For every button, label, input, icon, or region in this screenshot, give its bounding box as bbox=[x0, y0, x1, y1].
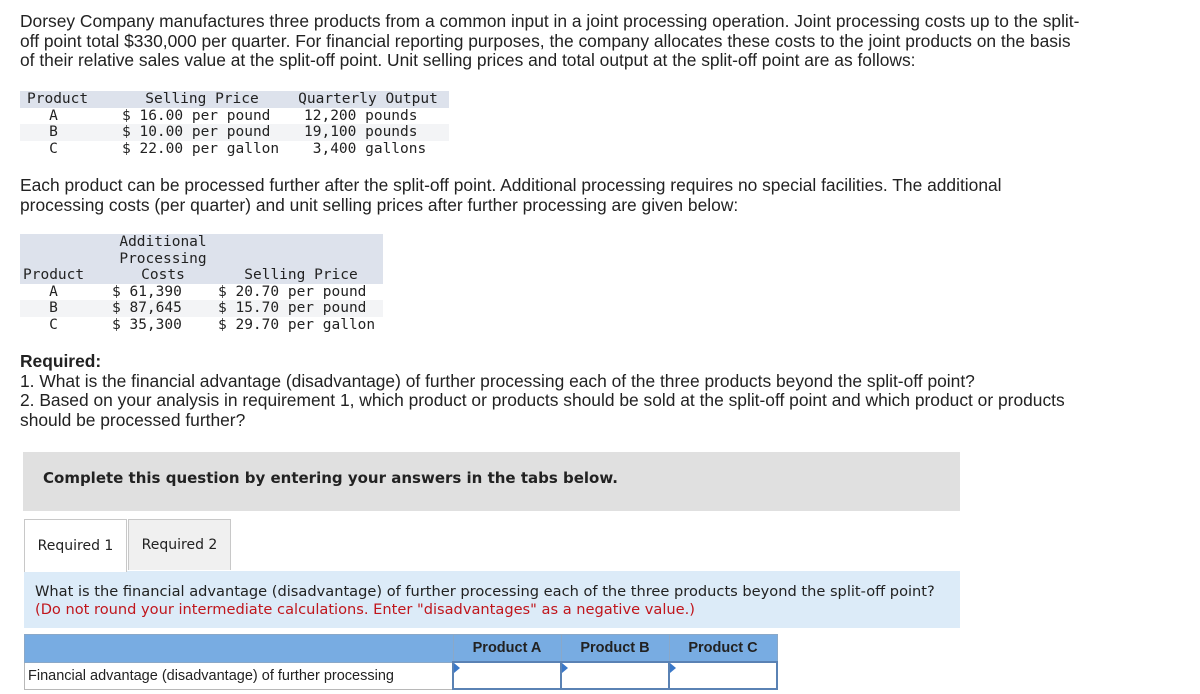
table-row: B $ 87,645 $ 15.70 per pound bbox=[20, 300, 383, 317]
tab-required-2[interactable]: Required 2 bbox=[128, 519, 231, 570]
required-item-2: 2. Based on your analysis in requirement… bbox=[20, 390, 1065, 430]
product-cell: C bbox=[49, 140, 58, 157]
header-additional-costs: Additional Processing Costs bbox=[111, 234, 215, 284]
product-cell: C bbox=[49, 316, 58, 333]
further-processing-paragraph: Each product can be processed further af… bbox=[20, 175, 1002, 215]
price-cell: $ 22.00 per gallon bbox=[122, 140, 280, 157]
header-product: Product bbox=[27, 91, 89, 107]
price-cell: $ 10.00 per pound bbox=[122, 124, 271, 140]
table-row: C $ 22.00 per gallon 3,400 gallons bbox=[20, 141, 449, 158]
answer-header-row: Product A Product B Product C bbox=[24, 634, 778, 663]
further-processing-table: Product Additional Processing Costs Sellin… bbox=[20, 234, 383, 333]
table-row: A $ 61,390 $ 20.70 per pound bbox=[20, 284, 383, 301]
header-product-b: Product B bbox=[560, 634, 670, 663]
price-cell: $ 16.00 per pound bbox=[122, 107, 271, 124]
input-flag-icon bbox=[562, 663, 568, 673]
cost-cell: $ 35,300 bbox=[112, 316, 182, 333]
product-b-input[interactable] bbox=[562, 663, 668, 688]
output-cell: 3,400 gallons bbox=[304, 140, 427, 157]
header-quarterly-output: Quarterly Output bbox=[298, 91, 438, 107]
output-cell: 12,200 pounds bbox=[304, 107, 418, 124]
product-cell: A bbox=[49, 283, 58, 300]
answer-header-blank bbox=[24, 634, 454, 663]
product-c-cell bbox=[668, 661, 778, 690]
product-a-cell bbox=[452, 661, 562, 690]
price-cell: $ 15.70 per pound bbox=[218, 300, 367, 316]
product-a-input[interactable] bbox=[454, 663, 560, 688]
header-product: Product bbox=[23, 267, 85, 283]
table-row: C $ 35,300 $ 29.70 per gallon bbox=[20, 317, 383, 334]
question-text-block: What is the financial advantage (disadva… bbox=[35, 583, 935, 619]
table-header-row: Product Additional Processing Costs Sellin… bbox=[20, 234, 383, 284]
question-box: What is the financial advantage (disadva… bbox=[24, 571, 960, 628]
instruction-text: Complete this question by entering your … bbox=[43, 469, 618, 487]
header-costs-line3: Costs bbox=[141, 267, 185, 283]
header-costs-line2: Processing bbox=[119, 250, 207, 267]
header-selling-price: Selling Price bbox=[145, 91, 259, 107]
header-product-c: Product C bbox=[668, 634, 778, 663]
cost-cell: $ 87,645 bbox=[112, 300, 182, 316]
question-text: What is the financial advantage (disadva… bbox=[35, 583, 935, 600]
answer-row: Financial advantage (disadvantage) of fu… bbox=[24, 661, 778, 690]
required-heading: Required: bbox=[20, 351, 102, 371]
table-header-row: Product Selling Price Quarterly Output bbox=[20, 91, 449, 108]
answer-table: Product A Product B Product C Financial … bbox=[24, 634, 778, 690]
product-cell: B bbox=[49, 300, 58, 316]
input-flag-icon bbox=[670, 663, 676, 673]
header-selling-price: Selling Price bbox=[244, 267, 358, 283]
header-product-a: Product A bbox=[452, 634, 562, 663]
product-c-input[interactable] bbox=[670, 663, 776, 688]
instruction-panel: Complete this question by entering your … bbox=[23, 452, 960, 511]
question-note: (Do not round your intermediate calculat… bbox=[35, 601, 695, 618]
input-flag-icon bbox=[454, 663, 460, 673]
header-costs-line1: Additional bbox=[119, 234, 207, 250]
split-off-table: Product Selling Price Quarterly Output A… bbox=[20, 91, 449, 157]
price-cell: $ 29.70 per gallon bbox=[218, 316, 376, 333]
required-section: Required: 1. What is the financial advan… bbox=[20, 351, 1080, 430]
intro-paragraph: Dorsey Company manufactures three produc… bbox=[20, 11, 1080, 70]
cost-cell: $ 61,390 bbox=[112, 283, 182, 300]
output-cell: 19,100 pounds bbox=[304, 124, 418, 140]
product-cell: B bbox=[49, 124, 58, 140]
price-cell: $ 20.70 per pound bbox=[218, 283, 367, 300]
required-item-1: 1. What is the financial advantage (disa… bbox=[20, 370, 975, 391]
table-row: A $ 16.00 per pound 12,200 pounds bbox=[20, 108, 449, 125]
table-row: B $ 10.00 per pound 19,100 pounds bbox=[20, 124, 449, 141]
answer-row-label: Financial advantage (disadvantage) of fu… bbox=[24, 661, 454, 690]
tab-required-1[interactable]: Required 1 bbox=[24, 519, 127, 572]
product-b-cell bbox=[560, 661, 670, 690]
product-cell: A bbox=[49, 107, 58, 124]
